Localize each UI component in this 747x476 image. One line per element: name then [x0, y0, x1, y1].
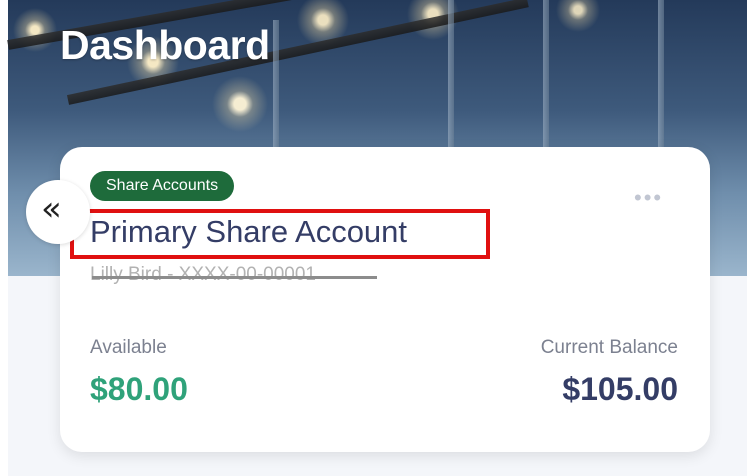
dashboard-screen: Dashboard Share Accounts ••• Primary Sha…: [0, 0, 747, 476]
more-horizontal-icon[interactable]: •••: [634, 187, 674, 209]
available-amount: $80.00: [90, 371, 188, 407]
redaction-strike: [92, 276, 377, 279]
double-chevron-left-icon[interactable]: «: [41, 192, 62, 226]
page-title: Dashboard: [60, 22, 270, 68]
account-name-highlight-box: [70, 209, 490, 259]
current-balance-label: Current Balance: [540, 337, 678, 358]
collapse-sidebar-button[interactable]: «: [26, 180, 90, 244]
account-number: Lilly Bird - XXXX-00-00001: [90, 264, 316, 285]
current-balance-amount: $105.00: [562, 371, 678, 407]
more-options-button[interactable]: •••: [634, 187, 674, 209]
account-card[interactable]: Share Accounts ••• Primary Share Account…: [60, 147, 710, 452]
available-label: Available: [90, 337, 167, 358]
account-type-badge: Share Accounts: [90, 171, 235, 201]
left-margin: [0, 0, 8, 476]
